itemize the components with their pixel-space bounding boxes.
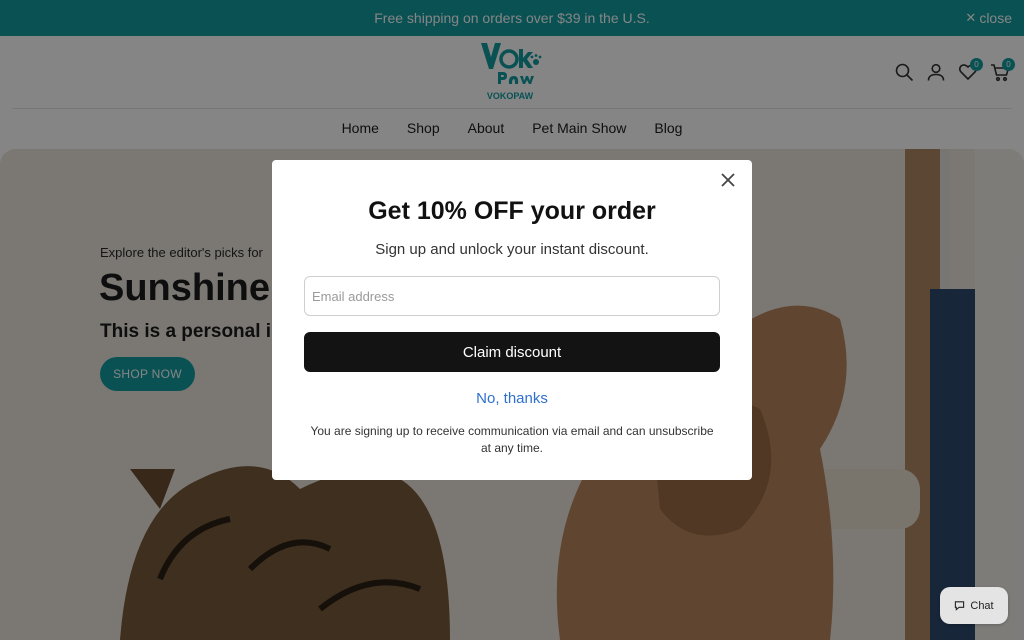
chat-button[interactable]: Chat xyxy=(940,587,1008,624)
popup-disclaimer: You are signing up to receive communicat… xyxy=(310,424,714,455)
email-field[interactable] xyxy=(304,276,720,316)
discount-popup: Get 10% OFF your order Sign up and unloc… xyxy=(272,160,752,480)
claim-discount-button[interactable]: Claim discount xyxy=(304,332,720,372)
no-thanks-link[interactable]: No, thanks xyxy=(272,390,752,407)
close-icon[interactable] xyxy=(718,170,738,190)
popup-title: Get 10% OFF your order xyxy=(368,197,656,225)
chat-label: Chat xyxy=(970,599,994,612)
chat-bubble-icon xyxy=(955,601,965,611)
popup-subtitle: Sign up and unlock your instant discount… xyxy=(375,241,649,258)
